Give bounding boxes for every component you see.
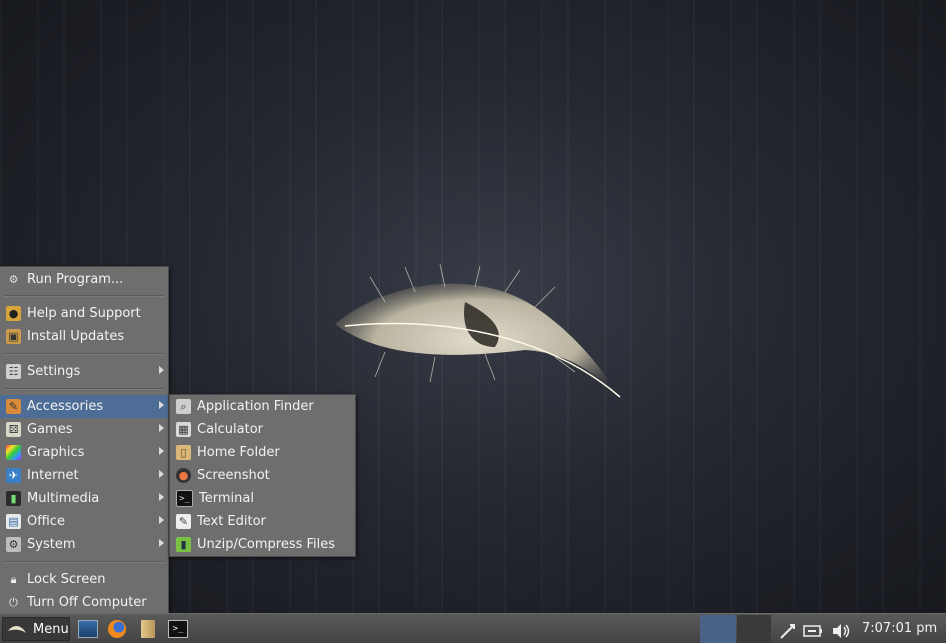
menu-item-accessories[interactable]: ✎ Accessories xyxy=(0,395,168,418)
launcher-firefox[interactable] xyxy=(105,617,129,641)
submenu-arrow-icon xyxy=(159,539,164,547)
main-menu: ⚙ Run Program... ● Help and Support ▣ In… xyxy=(0,266,169,615)
menu-item-home-folder[interactable]: ▯ Home Folder xyxy=(170,441,355,464)
menu-button[interactable]: Menu xyxy=(2,617,70,641)
menu-item-text-editor[interactable]: ✎ Text Editor xyxy=(170,510,355,533)
lock-icon: 🔒︎ xyxy=(10,572,17,586)
internet-icon: ✈ xyxy=(6,468,21,483)
launcher-desktop[interactable] xyxy=(76,617,100,641)
settings-icon: ☷ xyxy=(6,364,21,379)
accessories-icon: ✎ xyxy=(6,399,21,414)
menu-item-games[interactable]: ⚄ Games xyxy=(0,418,168,441)
menu-item-multimedia[interactable]: ▮ Multimedia xyxy=(0,487,168,510)
network-icon[interactable] xyxy=(778,619,798,643)
menu-separator xyxy=(4,561,164,563)
folder-icon: ▯ xyxy=(176,445,191,460)
submenu-arrow-icon xyxy=(159,424,164,432)
menu-separator xyxy=(4,388,164,390)
firefox-icon xyxy=(108,620,126,638)
menu-item-graphics[interactable]: Graphics xyxy=(0,441,168,464)
calculator-icon: ▦ xyxy=(176,422,191,437)
workspace-2[interactable] xyxy=(737,615,771,643)
submenu-arrow-icon xyxy=(159,516,164,524)
menu-item-terminal[interactable]: >_ Terminal xyxy=(170,487,355,510)
taskbar: Menu >_ 7:07:01 pm xyxy=(0,613,946,643)
system-icon: ⚙ xyxy=(6,537,21,552)
volume-icon[interactable] xyxy=(830,619,852,643)
help-icon: ● xyxy=(6,306,21,321)
menu-item-office[interactable]: ▤ Office xyxy=(0,510,168,533)
terminal-icon: >_ xyxy=(176,490,193,507)
package-icon: ▣ xyxy=(6,329,21,344)
launcher-file-manager[interactable] xyxy=(136,617,160,641)
battery-icon[interactable] xyxy=(802,619,824,643)
gear-icon: ⚙ xyxy=(8,273,19,286)
workspace-1[interactable] xyxy=(700,615,736,643)
menu-item-unzip-compress-files[interactable]: ▮ Unzip/Compress Files xyxy=(170,533,355,556)
menu-item-install-updates[interactable]: ▣ Install Updates xyxy=(0,325,168,348)
menu-item-application-finder[interactable]: ⌕ Application Finder xyxy=(170,395,355,418)
graphics-icon xyxy=(6,445,21,460)
terminal-icon: >_ xyxy=(168,620,188,638)
search-icon: ⌕ xyxy=(176,399,191,414)
camera-icon: ● xyxy=(176,468,191,483)
submenu-arrow-icon xyxy=(159,493,164,501)
menu-separator xyxy=(4,295,164,297)
menu-item-screenshot[interactable]: ● Screenshot xyxy=(170,464,355,487)
multimedia-icon: ▮ xyxy=(6,491,21,506)
launcher-terminal[interactable]: >_ xyxy=(166,617,190,641)
office-icon: ▤ xyxy=(6,514,21,529)
clock[interactable]: 7:07:01 pm xyxy=(862,621,937,636)
menu-item-help-and-support[interactable]: ● Help and Support xyxy=(0,302,168,325)
menu-item-calculator[interactable]: ▦ Calculator xyxy=(170,418,355,441)
submenu-arrow-icon xyxy=(159,470,164,478)
accessories-submenu: ⌕ Application Finder ▦ Calculator ▯ Home… xyxy=(169,394,356,557)
archive-icon: ▮ xyxy=(176,537,191,552)
games-icon: ⚄ xyxy=(6,422,21,437)
power-icon: ⏻ xyxy=(9,595,18,609)
menu-item-run-program[interactable]: ⚙ Run Program... xyxy=(0,268,168,291)
menu-item-turn-off-computer[interactable]: ⏻ Turn Off Computer xyxy=(0,591,168,614)
menu-item-lock-screen[interactable]: 🔒︎ Lock Screen xyxy=(0,568,168,591)
menu-item-system[interactable]: ⚙ System xyxy=(0,533,168,556)
menu-item-internet[interactable]: ✈ Internet xyxy=(0,464,168,487)
submenu-arrow-icon xyxy=(159,401,164,409)
submenu-arrow-icon xyxy=(159,447,164,455)
feather-wallpaper xyxy=(335,263,621,398)
file-manager-icon xyxy=(141,620,155,638)
desktop-icon xyxy=(78,620,98,638)
submenu-arrow-icon xyxy=(159,366,164,374)
menu-separator xyxy=(4,353,164,355)
menu-item-settings[interactable]: ☷ Settings xyxy=(0,360,168,383)
text-editor-icon: ✎ xyxy=(176,514,191,529)
feather-logo-icon xyxy=(8,625,26,633)
